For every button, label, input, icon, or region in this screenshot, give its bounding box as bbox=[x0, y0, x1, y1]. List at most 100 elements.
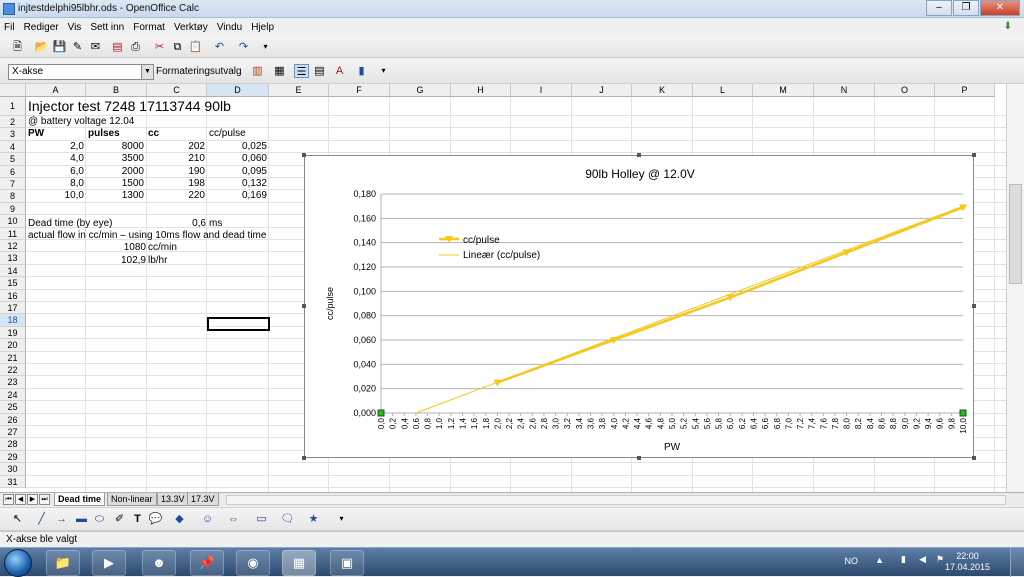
cell-a10[interactable]: Dead time (by eye) bbox=[28, 218, 112, 230]
callouts-icon[interactable]: 🗨 bbox=[280, 512, 295, 526]
row-header-4[interactable]: 4 bbox=[0, 140, 26, 154]
cell-c8[interactable]: 220 bbox=[147, 190, 205, 202]
flowchart-icon[interactable]: ▭ bbox=[254, 512, 269, 526]
cell-b13[interactable]: 102,9 bbox=[88, 255, 146, 267]
cell-d3[interactable]: cc/pulse bbox=[209, 128, 246, 140]
explorer-taskbar-icon[interactable]: 📁 bbox=[46, 550, 80, 576]
paste-icon[interactable]: 📋 bbox=[188, 40, 203, 54]
tab-non-linear[interactable]: Non-linear bbox=[107, 493, 157, 506]
cell-a3[interactable]: PW bbox=[28, 128, 44, 140]
row-header-30[interactable]: 30 bbox=[0, 463, 26, 476]
symbol-shapes-icon[interactable]: ☺ bbox=[200, 512, 215, 526]
row-header-25[interactable]: 25 bbox=[0, 401, 26, 414]
menu-file[interactable]: Fil bbox=[4, 22, 15, 33]
chart-handle-mr[interactable] bbox=[972, 304, 976, 308]
cell-b3[interactable]: pulses bbox=[88, 128, 120, 140]
start-button[interactable] bbox=[4, 549, 32, 577]
prev-sheet-icon[interactable]: ◀ bbox=[15, 494, 26, 505]
next-sheet-icon[interactable]: ▶ bbox=[27, 494, 38, 505]
chart-handle-bl[interactable] bbox=[302, 456, 306, 460]
chart-type-icon[interactable]: ▥ bbox=[250, 64, 265, 78]
cell-d5[interactable]: 0,060 bbox=[207, 153, 267, 165]
download-icon[interactable]: ⬇ bbox=[1004, 21, 1012, 32]
cell-b12[interactable]: 1080 bbox=[88, 242, 146, 254]
row-header-1[interactable]: 1 bbox=[0, 97, 26, 116]
menu-window[interactable]: Vindu bbox=[217, 22, 242, 33]
edit-file-icon[interactable]: ✎ bbox=[70, 40, 85, 54]
column-header-g[interactable]: G bbox=[390, 84, 451, 97]
row-header-13[interactable]: 13 bbox=[0, 252, 26, 265]
cell-b5[interactable]: 3500 bbox=[86, 153, 144, 165]
row-header-11[interactable]: 11 bbox=[0, 227, 26, 240]
ellipse-tool-icon[interactable]: ⬭ bbox=[92, 512, 107, 526]
firefox-taskbar-icon[interactable]: ◉ bbox=[236, 550, 270, 576]
row-header-16[interactable]: 16 bbox=[0, 289, 26, 302]
column-header-c[interactable]: C bbox=[147, 84, 207, 97]
print-icon[interactable]: ⎙ bbox=[128, 40, 143, 54]
spreadsheet-grid[interactable]: ABCDEFGHIJKLMNOP 1 2 3 4 5 6 7 8 9 10 11 12 13 14 15 16… bbox=[0, 84, 1024, 492]
first-sheet-icon[interactable]: ⏮ bbox=[3, 494, 14, 505]
basic-shapes-icon[interactable]: ◆ bbox=[172, 512, 187, 526]
chart-element-select[interactable]: X-akse ▼ bbox=[8, 64, 154, 80]
column-header-j[interactable]: J bbox=[572, 84, 632, 97]
format-selection-button[interactable]: Formateringsutvalg bbox=[156, 66, 242, 77]
close-button[interactable]: ✕ bbox=[980, 0, 1020, 16]
chart-object[interactable]: 90lb Holley @ 12.0V 0,000 0,020 0,040 0,060 0… bbox=[304, 155, 974, 458]
scale-text-icon[interactable]: A bbox=[332, 64, 347, 78]
menu-help[interactable]: Hjelp bbox=[251, 22, 274, 33]
cell-c3[interactable]: cc bbox=[148, 128, 159, 140]
chart-handle-tr[interactable] bbox=[972, 153, 976, 157]
toolbar2-overflow-icon[interactable]: ▾ bbox=[376, 64, 391, 78]
row-header-5[interactable]: 5 bbox=[0, 153, 26, 166]
pdf-export-icon[interactable]: ▤ bbox=[110, 40, 125, 54]
window-taskbar-icon[interactable]: ▣ bbox=[330, 550, 364, 576]
select-arrow-icon[interactable]: ↖ bbox=[10, 512, 25, 526]
row-header-19[interactable]: 19 bbox=[0, 326, 26, 340]
row-header-8[interactable]: 8 bbox=[0, 190, 26, 203]
column-header-n[interactable]: N bbox=[814, 84, 875, 97]
row-header-22[interactable]: 22 bbox=[0, 364, 26, 377]
row-header-3[interactable]: 3 bbox=[0, 128, 26, 141]
minimize-button[interactable]: – bbox=[926, 0, 952, 16]
network-icon[interactable]: ▮ bbox=[901, 554, 906, 565]
cut-icon[interactable]: ✂ bbox=[152, 40, 167, 54]
cell-b4[interactable]: 8000 bbox=[86, 141, 144, 153]
row-header-9[interactable]: 9 bbox=[0, 202, 26, 216]
toolbar-overflow-icon[interactable]: ▾ bbox=[258, 40, 273, 54]
pin-app-taskbar-icon[interactable]: 📌 bbox=[190, 550, 224, 576]
cell-d4[interactable]: 0,025 bbox=[207, 141, 267, 153]
cell-c10[interactable]: 0,6 bbox=[148, 218, 206, 230]
horizontal-grid-icon[interactable]: ☰ bbox=[294, 64, 309, 78]
row-header-26[interactable]: 26 bbox=[0, 413, 26, 426]
tab-13-3v[interactable]: 13.3V bbox=[157, 493, 189, 506]
cell-d6[interactable]: 0,095 bbox=[207, 166, 267, 178]
media-player-taskbar-icon[interactable]: ▶ bbox=[92, 550, 126, 576]
column-header-d[interactable]: D bbox=[207, 84, 269, 97]
row-header-28[interactable]: 28 bbox=[0, 438, 26, 451]
row-header-18[interactable]: 18 bbox=[0, 314, 26, 327]
column-header-e[interactable]: E bbox=[269, 84, 329, 97]
row-header-12[interactable]: 12 bbox=[0, 240, 26, 253]
callout-tool-icon[interactable]: 💬 bbox=[148, 512, 163, 526]
language-indicator[interactable]: NO bbox=[845, 556, 859, 566]
text-tool-icon[interactable]: T bbox=[130, 512, 145, 526]
cell-c6[interactable]: 190 bbox=[147, 166, 205, 178]
cell-d10[interactable]: ms bbox=[209, 218, 222, 230]
row-header-7[interactable]: 7 bbox=[0, 178, 26, 191]
auto-layout-icon[interactable]: ▮ bbox=[354, 64, 369, 78]
menu-view[interactable]: Vis bbox=[68, 22, 82, 33]
row-header-17[interactable]: 17 bbox=[0, 302, 26, 315]
redo-icon[interactable]: ↷ bbox=[236, 40, 251, 54]
chart-handle-br[interactable] bbox=[972, 456, 976, 460]
cell-a8[interactable]: 10,0 bbox=[26, 190, 84, 202]
cell-a6[interactable]: 6,0 bbox=[26, 166, 84, 178]
vertical-scroll-thumb[interactable] bbox=[1009, 184, 1022, 284]
row-header-24[interactable]: 24 bbox=[0, 388, 26, 402]
line-tool-icon[interactable]: ╱ bbox=[34, 512, 49, 526]
menu-insert[interactable]: Sett inn bbox=[90, 22, 124, 33]
cell-c4[interactable]: 202 bbox=[147, 141, 205, 153]
block-arrows-icon[interactable]: ⇔ bbox=[226, 512, 241, 526]
drawbar-overflow-icon[interactable]: ▾ bbox=[334, 512, 349, 526]
legend-on-off-icon[interactable]: ▤ bbox=[312, 64, 327, 78]
column-header-f[interactable]: F bbox=[329, 84, 390, 97]
